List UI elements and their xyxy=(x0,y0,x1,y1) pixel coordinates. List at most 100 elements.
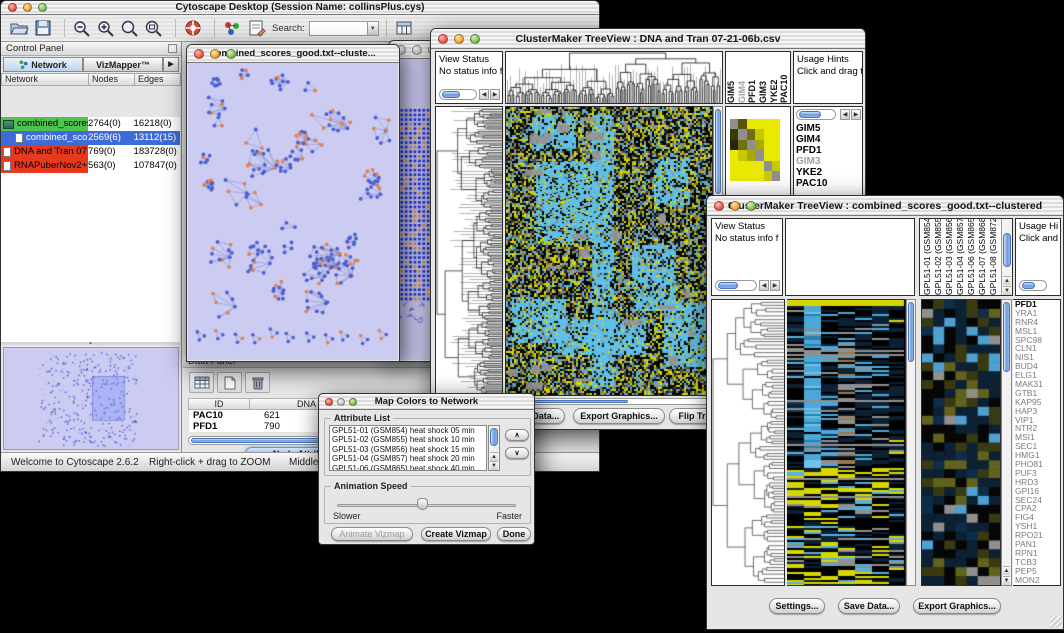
minimize-icon[interactable] xyxy=(730,201,740,211)
vizmapper-icon[interactable] xyxy=(222,19,242,37)
delete-attribute-button[interactable] xyxy=(245,372,270,393)
zoom-fit-icon[interactable] xyxy=(120,19,140,37)
chevron-down-icon[interactable]: ▼ xyxy=(367,22,378,35)
minimize-icon[interactable] xyxy=(412,45,422,55)
zoom-matrix[interactable] xyxy=(730,119,780,181)
row-labels-hscrollbar[interactable] xyxy=(796,109,836,120)
search-input[interactable] xyxy=(310,22,367,35)
save-icon[interactable] xyxy=(33,19,53,37)
matrix-cell[interactable] xyxy=(738,140,746,150)
matrix-cell[interactable] xyxy=(738,161,746,171)
matrix-cell[interactable] xyxy=(755,150,763,160)
gene-list-item[interactable]: NTR2 xyxy=(1013,424,1060,433)
help-lifering-icon[interactable] xyxy=(183,19,203,37)
column-label[interactable]: YKE2 xyxy=(769,52,780,103)
matrix-cell[interactable] xyxy=(764,161,772,171)
network-table-row[interactable]: DNA and Tran 07769(0)183728(0) xyxy=(1,145,180,159)
attribute-item[interactable]: GPL51-02 (GSM855) heat shock 10 min xyxy=(330,435,486,444)
column-header-network[interactable]: Network xyxy=(1,73,89,86)
network-name-cell[interactable]: combined_scores xyxy=(1,117,88,131)
matrix-cell[interactable] xyxy=(747,119,755,129)
close-icon[interactable] xyxy=(194,49,204,59)
matrix-cell[interactable] xyxy=(730,161,738,171)
column-dendrogram-canvas[interactable] xyxy=(506,52,722,103)
gene-list-item[interactable]: SEC1 xyxy=(1013,442,1060,451)
matrix-cell[interactable] xyxy=(764,150,772,160)
matrix-cell[interactable] xyxy=(772,119,780,129)
gene-list-item[interactable]: RPN1 xyxy=(1013,549,1060,558)
animate-vizmap-button[interactable]: Animate Vizmap xyxy=(331,527,413,541)
scrollbar-thumb[interactable] xyxy=(1003,302,1010,372)
heatmap-canvas[interactable] xyxy=(787,300,905,585)
gene-list-item[interactable]: CPA2 xyxy=(1013,504,1060,513)
minimize-icon[interactable] xyxy=(454,34,464,44)
close-icon[interactable] xyxy=(714,201,724,211)
new-attribute-button[interactable] xyxy=(217,372,242,393)
zoom-heatmap-canvas[interactable] xyxy=(922,300,1000,585)
save-data-button[interactable]: Save Data... xyxy=(838,598,900,614)
matrix-cell[interactable] xyxy=(764,171,772,181)
zoom-window-icon[interactable] xyxy=(38,3,47,12)
view-status-hscrollbar[interactable] xyxy=(715,280,757,291)
scrollbar-thumb[interactable] xyxy=(715,109,721,194)
matrix-cell[interactable] xyxy=(747,161,755,171)
tab-vizmapper[interactable]: VizMapper™ xyxy=(83,57,163,72)
close-icon[interactable] xyxy=(8,3,17,12)
scroll-up-icon[interactable]: ▲ xyxy=(490,452,498,461)
matrix-cell[interactable] xyxy=(764,140,772,150)
column-header-id[interactable]: ID xyxy=(188,398,250,410)
scrollbar-thumb[interactable] xyxy=(1022,282,1035,289)
gene-list-item[interactable]: SEC24 xyxy=(1013,496,1060,505)
create-vizmap-button[interactable]: Create Vizmap xyxy=(421,527,491,541)
gene-list-item[interactable]: VIP1 xyxy=(1013,416,1060,425)
matrix-cell[interactable] xyxy=(747,171,755,181)
attribute-item[interactable]: GPL51-01 (GSM854) heat shock 05 min xyxy=(330,426,486,435)
annotation-icon[interactable] xyxy=(246,19,266,37)
matrix-cell[interactable] xyxy=(730,119,738,129)
matrix-cell[interactable] xyxy=(755,140,763,150)
column-label[interactable]: GPL51-06 (GSM865) xyxy=(966,219,977,295)
heatmap-canvas[interactable] xyxy=(506,107,712,395)
matrix-cell[interactable] xyxy=(730,129,738,139)
gene-list-item[interactable]: RPO21 xyxy=(1013,531,1060,540)
gene-list-item[interactable]: PAN1 xyxy=(1013,540,1060,549)
column-header-nodes[interactable]: Nodes xyxy=(89,73,135,86)
column-label[interactable]: PAC10 xyxy=(779,52,790,103)
matrix-cell[interactable] xyxy=(738,129,746,139)
matrix-cell[interactable] xyxy=(747,129,755,139)
matrix-cell[interactable] xyxy=(730,140,738,150)
close-icon[interactable] xyxy=(438,34,448,44)
attribute-list-vscrollbar[interactable]: ▲ ▼ xyxy=(488,425,500,471)
move-down-button[interactable]: ∨ xyxy=(505,447,529,459)
row-label[interactable]: PAC10 xyxy=(794,178,862,189)
matrix-cell[interactable] xyxy=(755,129,763,139)
speed-slider-thumb[interactable] xyxy=(417,498,428,510)
scroll-down-icon[interactable]: ▼ xyxy=(490,461,498,470)
gene-list-item[interactable]: KAP95 xyxy=(1013,398,1060,407)
zoom-out-icon[interactable] xyxy=(72,19,92,37)
gene-list-item[interactable]: GTB1 xyxy=(1013,389,1060,398)
row-label[interactable]: PFD1 xyxy=(794,145,862,156)
minimize-icon[interactable] xyxy=(23,3,32,12)
matrix-cell[interactable] xyxy=(772,171,780,181)
scroll-up-icon[interactable]: ▲ xyxy=(1003,276,1011,285)
matrix-cell[interactable] xyxy=(772,150,780,160)
gene-dendrogram-canvas[interactable] xyxy=(436,107,502,395)
zoom-window-icon[interactable] xyxy=(470,34,480,44)
network-name-cell[interactable]: RNAPuberNov2+ xyxy=(1,159,88,173)
attribute-list[interactable]: GPL51-01 (GSM854) heat shock 05 minGPL51… xyxy=(329,425,487,471)
column-label[interactable]: GPL51-08 (GSM872) xyxy=(988,219,999,295)
open-folder-icon[interactable] xyxy=(9,19,29,37)
export-graphics-button[interactable]: Export Graphics... xyxy=(573,408,665,424)
zoom-window-icon[interactable] xyxy=(746,201,756,211)
matrix-cell[interactable] xyxy=(772,140,780,150)
overview-navigator-canvas[interactable] xyxy=(4,348,178,449)
zoom-window-icon[interactable] xyxy=(226,49,236,59)
gene-list-item[interactable]: HRD3 xyxy=(1013,478,1060,487)
network-table-row[interactable]: combined_sco2569(6)13112(15) xyxy=(1,131,180,145)
gene-list-item[interactable]: PFD1 xyxy=(1013,300,1060,309)
scrollbar-thumb[interactable] xyxy=(1003,233,1011,267)
matrix-cell[interactable] xyxy=(738,150,746,160)
network-table-row[interactable]: combined_scores2764(0)16218(0) xyxy=(1,117,180,131)
scrollbar-thumb[interactable] xyxy=(799,111,821,118)
